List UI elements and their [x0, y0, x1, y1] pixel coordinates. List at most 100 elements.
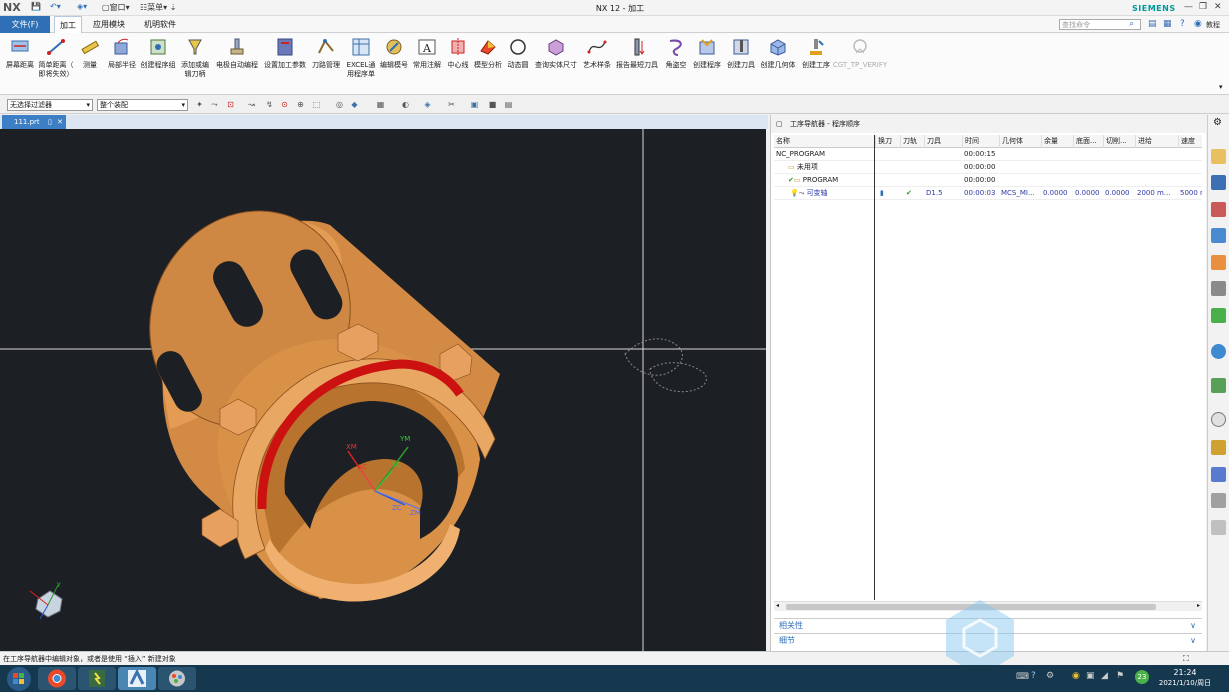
tray-help-icon[interactable]: ?	[1031, 671, 1036, 681]
cgt-verify-button[interactable]: CGT_TP_VERIFY	[832, 35, 888, 87]
local-radius-button[interactable]: 局部半径	[105, 35, 139, 87]
black-square-icon[interactable]: ■	[487, 99, 498, 110]
layer-icon[interactable]: ▣	[469, 99, 480, 110]
tab-pin-icon[interactable]: ▯	[48, 115, 52, 129]
crosshair-icon[interactable]: ⊕	[295, 99, 306, 110]
col-toolpath[interactable]: 刀轨	[900, 135, 924, 148]
palette-icon[interactable]	[1211, 440, 1226, 455]
search-icon[interactable]: ⌕	[1129, 19, 1134, 29]
query-size-button[interactable]: 查询实体尺寸	[533, 35, 579, 87]
electrode-programming-button[interactable]: 电极自动编程	[214, 35, 260, 87]
taskbar-app[interactable]	[78, 667, 116, 690]
clock-icon[interactable]	[1211, 412, 1226, 427]
col-speed[interactable]: 速度	[1178, 135, 1202, 148]
create-geometry-button[interactable]: 创建几何体	[758, 35, 798, 87]
tray-settings-icon[interactable]: ⚙	[1046, 671, 1054, 681]
help-icon[interactable]: ?	[1180, 19, 1185, 29]
tree-row-variable-axis[interactable]: 💡⤳ 可变轴 ▮ ✔ D1.5 00:00:03 MCS_MI... 0.000…	[774, 187, 1202, 200]
grid-icon[interactable]: ▦	[375, 99, 386, 110]
create-program-button[interactable]: 创建程序	[690, 35, 724, 87]
edit-mold-number-button[interactable]: 编辑模号	[378, 35, 410, 87]
dynamic-circle-button[interactable]: 动态圆	[505, 35, 531, 87]
spline-button[interactable]: 艺术样条	[581, 35, 613, 87]
restore-icon[interactable]: ❐	[1199, 2, 1207, 12]
part-navigator-icon[interactable]	[1211, 149, 1226, 164]
col-floor[interactable]: 底面...	[1073, 135, 1103, 148]
operation-navigator-icon[interactable]	[1211, 228, 1226, 243]
web-browser-icon[interactable]	[1211, 344, 1226, 359]
machining-params-button[interactable]: 设置加工参数	[262, 35, 308, 87]
view-triad[interactable]: Y	[29, 582, 63, 620]
select-edge-icon[interactable]: ↯	[264, 99, 275, 110]
shortest-tool-button[interactable]: 报告最短刀具	[614, 35, 660, 87]
reuse-library-icon[interactable]	[1211, 281, 1226, 296]
circle-snap-icon[interactable]: ⊙	[279, 99, 290, 110]
create-program-group-button[interactable]: 创建程序组	[140, 35, 176, 87]
assembly-scope-select[interactable]: 整个装配	[97, 99, 188, 111]
measure-button[interactable]: 测量	[76, 35, 104, 87]
cube-icon[interactable]: ◈▾	[77, 2, 87, 11]
col-tool[interactable]: 刀具	[924, 135, 962, 148]
start-button[interactable]	[6, 666, 32, 692]
tray-security-icon[interactable]: ◉	[1072, 671, 1080, 681]
toolpath-manage-button[interactable]: 刀路管理	[310, 35, 342, 87]
col-geometry[interactable]: 几何体	[999, 135, 1041, 148]
menu-dropdown[interactable]: ☷菜单▾ ⇣	[140, 2, 176, 13]
machine-tool-icon[interactable]	[1211, 255, 1226, 270]
section-view-icon[interactable]: ✂	[446, 99, 457, 110]
col-tool-change[interactable]: 换刀	[875, 135, 900, 148]
col-feed[interactable]: 进给	[1135, 135, 1178, 148]
render-style-icon[interactable]: ◐	[400, 99, 411, 110]
layout-icon[interactable]: ▤	[1148, 19, 1157, 29]
settings-gear-icon[interactable]: ⚙	[1213, 117, 1222, 128]
tab-jiming-software[interactable]: 机明软件	[139, 16, 181, 33]
constraint-navigator-icon[interactable]	[1211, 202, 1226, 217]
roles-icon[interactable]	[1211, 520, 1226, 535]
col-name[interactable]: 名称	[774, 135, 874, 148]
undo-icon[interactable]: ↶▾	[50, 2, 61, 11]
box-select-icon[interactable]: ⬚	[311, 99, 322, 110]
selection-filter-select[interactable]: 无选择过滤器	[7, 99, 93, 111]
annotation-button[interactable]: A 常用注解	[411, 35, 443, 87]
table-icon[interactable]: ▤	[503, 99, 514, 110]
tab-close-icon[interactable]: ✕	[57, 115, 63, 129]
document-tab[interactable]: 111.prt ▯ ✕	[2, 115, 66, 129]
tutorial-icon[interactable]: ◉	[1194, 19, 1202, 29]
eye-icon[interactable]: ◎	[334, 99, 345, 110]
solid-icon[interactable]: ◆	[349, 99, 360, 110]
tray-badge[interactable]: 23	[1135, 670, 1149, 684]
fullscreen-icon[interactable]: ⛶	[1183, 652, 1189, 666]
orient-view-icon[interactable]: ◈	[422, 99, 433, 110]
taskbar-nx[interactable]	[118, 667, 156, 690]
tree-row-unused[interactable]: ▭ 未用项 00:00:00	[774, 161, 1202, 174]
model-analysis-button[interactable]: 模型分析	[472, 35, 504, 87]
simple-distance-button[interactable]: 简单距离（ 即将失效）	[38, 35, 74, 87]
tab-applications[interactable]: 应用模块	[88, 16, 130, 33]
snap-point-icon[interactable]: ⊡	[225, 99, 236, 110]
col-time[interactable]: 时间	[962, 135, 999, 148]
screen-distance-button[interactable]: 屏幕距离	[3, 35, 37, 87]
centerline-button[interactable]: 中心线	[445, 35, 471, 87]
taskbar-misc[interactable]	[158, 667, 196, 690]
tray-flag-icon[interactable]: ⚑	[1116, 671, 1124, 681]
tray-network-icon[interactable]: ▣	[1086, 671, 1095, 681]
corner-button[interactable]: 角盗空	[662, 35, 690, 87]
measure-tool-icon[interactable]	[1211, 467, 1226, 482]
tray-volume-icon[interactable]: ◢	[1101, 671, 1108, 681]
tray-keyboard-icon[interactable]: ⌨	[1016, 672, 1029, 682]
tree-row-nc-program[interactable]: NC_PROGRAM 00:00:15	[774, 148, 1202, 161]
minimize-icon[interactable]: —	[1184, 2, 1193, 12]
navigator-pin-icon[interactable]: ▢	[776, 115, 783, 133]
taskbar-chrome[interactable]	[38, 667, 76, 690]
assembly-navigator-icon[interactable]	[1211, 175, 1226, 190]
window-menu[interactable]: ▢窗口▾	[102, 2, 130, 13]
create-tool-button[interactable]: 创建刀具	[725, 35, 757, 87]
select-curve-icon[interactable]: ↝	[246, 99, 257, 110]
select-general-icon[interactable]: ✦	[194, 99, 205, 110]
system-clock[interactable]: 21:24 2021/1/10/周日	[1152, 668, 1218, 688]
select-feature-icon[interactable]: ⤳	[209, 99, 220, 110]
tab-machining[interactable]: 加工	[54, 16, 82, 33]
graphics-viewport[interactable]: XM XC YM YC ZC ZM Y	[0, 129, 766, 651]
excel-program-sheet-button[interactable]: EXCEL通 用程序单	[343, 35, 379, 87]
process-studio-icon[interactable]	[1211, 378, 1226, 393]
